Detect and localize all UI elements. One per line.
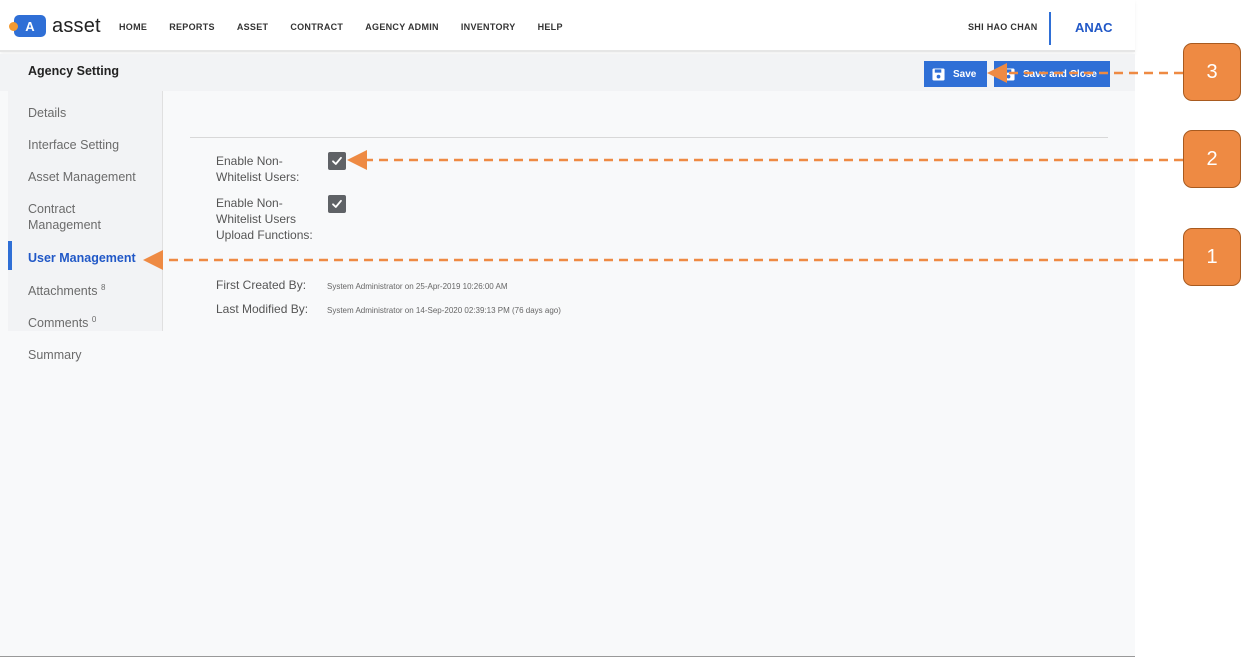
nav-agency-admin[interactable]: AGENCY ADMIN [365,22,439,32]
label-line: Enable Non- [216,196,283,210]
section-divider [190,137,1108,138]
label-line: Whitelist Users: [216,170,300,184]
sidebar-item-interface-setting[interactable]: Interface Setting [28,137,119,153]
sidebar-item-attachments[interactable]: Attachments 8 [28,283,105,299]
label-line: Enable Non- [216,154,283,168]
nav-help[interactable]: HELP [538,22,563,32]
sidebar-item-summary[interactable]: Summary [28,348,81,362]
user-menu[interactable]: SHI HAO CHAN [968,22,1038,32]
enable-non-whitelist-upload-label: Enable Non- Whitelist Users Upload Funct… [216,195,326,243]
sidebar-item-details[interactable]: Details [28,105,66,121]
last-modified-value: System Administrator on 14-Sep-2020 02:3… [327,306,561,315]
logo-badge: A [9,15,46,37]
comments-count: 0 [91,314,97,324]
main-menu: HOME REPORTS ASSET CONTRACT AGENCY ADMIN… [119,22,585,32]
enable-non-whitelist-users-label: Enable Non- Whitelist Users: [216,153,326,185]
sidebar-item-label: Comments [28,316,89,330]
callout-1: 1 [1183,228,1241,286]
sidebar-item-user-management[interactable]: User Management [28,250,136,266]
page-title: Agency Setting [28,64,119,78]
sidebar-item-comments[interactable]: Comments 0 [28,315,96,331]
nav-divider [1049,12,1051,45]
org-code[interactable]: ANAC [1075,20,1113,35]
first-created-label: First Created By: [216,278,307,292]
sidebar-item-contract-management[interactable]: Contract Management [28,201,101,233]
content-area [0,91,1135,656]
sidebar-item-label: Attachments [28,284,98,298]
checkmark-icon [332,199,342,208]
app-logo[interactable]: A asset [9,14,101,38]
nav-inventory[interactable]: INVENTORY [461,22,516,32]
logo-text: asset [52,14,101,37]
label-line: Whitelist Users [216,212,297,226]
save-and-close-button[interactable]: Save and Close [994,61,1110,87]
nav-reports[interactable]: REPORTS [169,22,215,32]
last-modified-label: Last Modified By: [216,302,309,316]
sidebar-item-label-line2: Management [28,218,101,232]
callout-2: 2 [1183,130,1241,188]
settings-sidebar: Details Interface Setting Asset Manageme… [8,91,163,331]
save-label: Save [953,68,977,80]
label-line: Upload Functions: [216,228,313,242]
first-created-value: System Administrator on 25-Apr-2019 10:2… [327,282,508,291]
nav-contract[interactable]: CONTRACT [290,22,343,32]
page-header: Agency Setting Save Save and Close [0,54,1135,91]
top-navbar: A asset HOME REPORTS ASSET CONTRACT AGEN… [0,0,1135,52]
sidebar-item-asset-management[interactable]: Asset Management [28,169,136,185]
floppy-disk-icon [1002,67,1015,81]
enable-non-whitelist-users-checkbox[interactable] [328,152,346,170]
checkmark-icon [332,156,342,165]
enable-non-whitelist-upload-checkbox[interactable] [328,195,346,213]
bottom-border [0,656,1135,657]
active-indicator [8,241,12,270]
attachments-count: 8 [100,282,106,292]
sidebar-item-label: Contract [28,202,76,216]
callout-3: 3 [1183,43,1241,101]
floppy-disk-icon [932,67,945,81]
save-button[interactable]: Save [924,61,987,87]
nav-asset[interactable]: ASSET [237,22,269,32]
save-and-close-label: Save and Close [1023,68,1097,80]
nav-home[interactable]: HOME [119,22,147,32]
